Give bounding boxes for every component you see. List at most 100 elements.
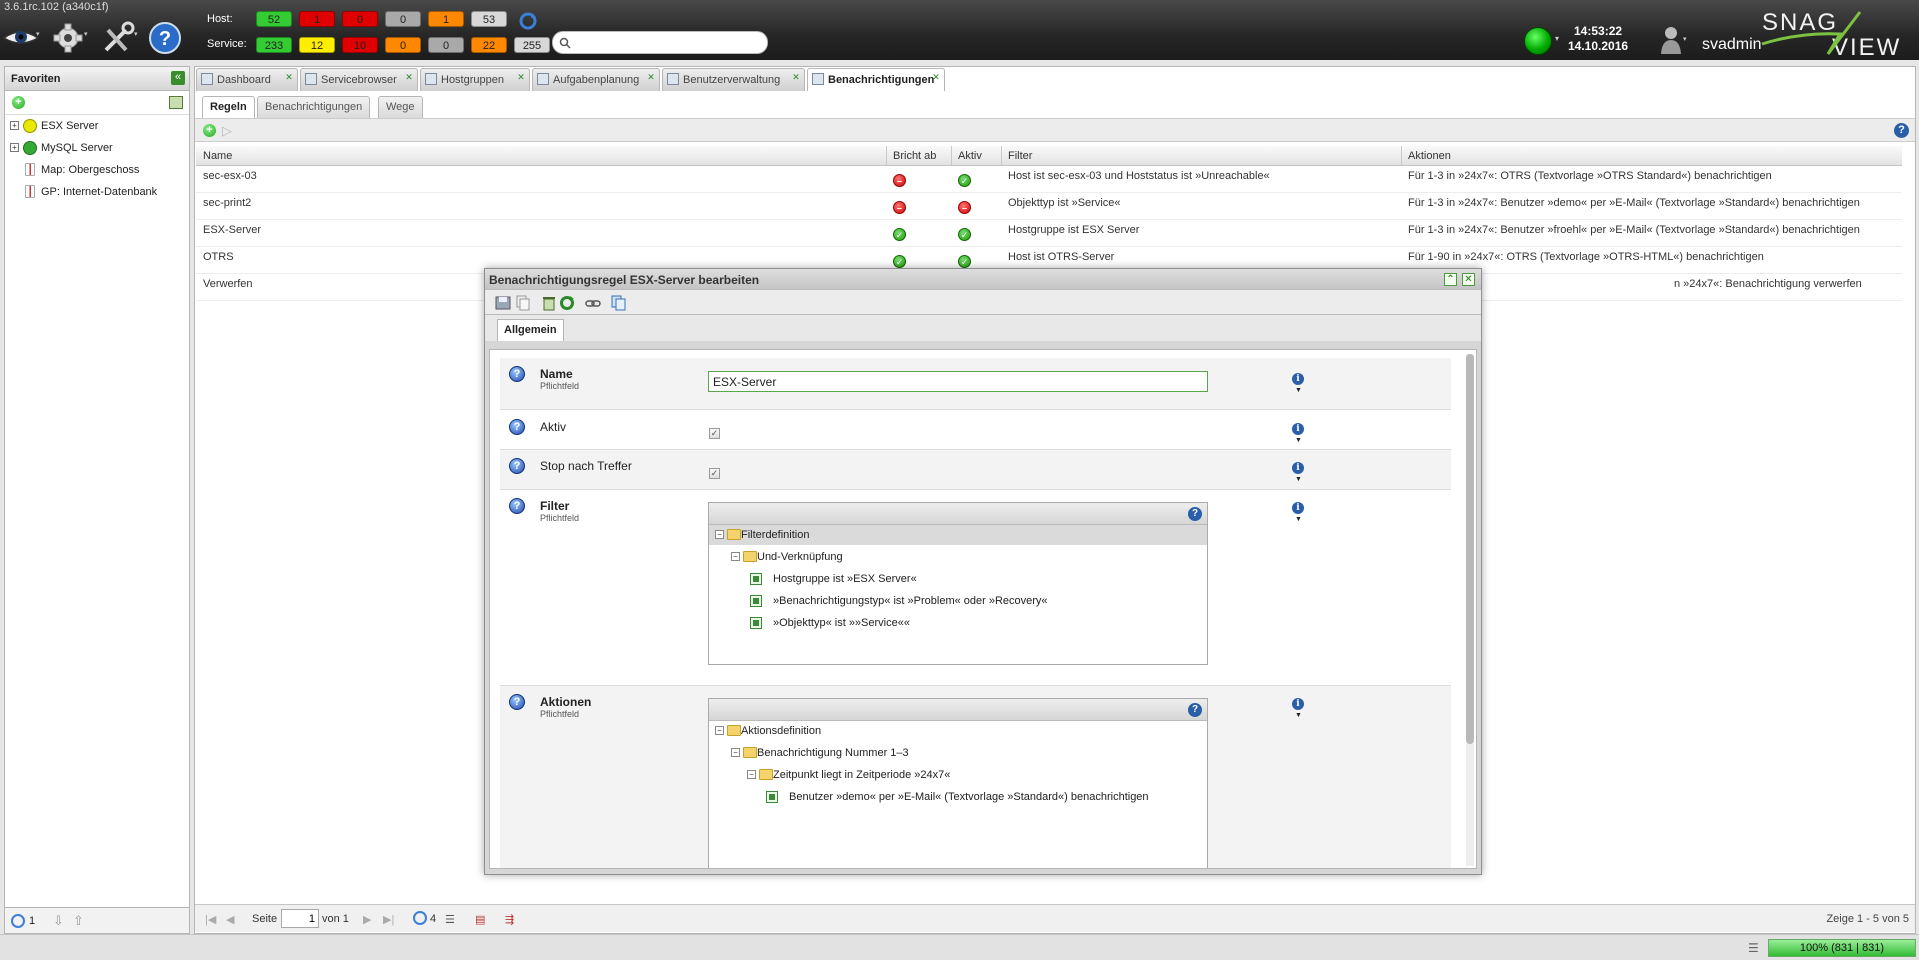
- export-icon[interactable]: ▤: [475, 913, 485, 926]
- info-menu-icon[interactable]: i▼: [1292, 501, 1308, 523]
- expand-icon[interactable]: +: [10, 143, 19, 152]
- tab-hostgruppen[interactable]: Hostgruppen ✕: [420, 68, 530, 91]
- close-tab-icon[interactable]: ✕: [791, 73, 801, 83]
- column-bricht-ab[interactable]: Bricht ab: [893, 150, 936, 162]
- tree-node[interactable]: − Filterdefinition: [709, 525, 1207, 545]
- help-icon[interactable]: ?: [509, 694, 525, 710]
- info-menu-icon[interactable]: i▼: [1292, 422, 1308, 444]
- help-icon[interactable]: ?: [1188, 703, 1202, 717]
- user-icon[interactable]: ▾: [1660, 24, 1690, 57]
- link-icon[interactable]: [585, 295, 601, 311]
- tree-node[interactable]: − Zeitpunkt liegt in Zeitperiode »24x7«: [709, 765, 1207, 785]
- favorite-item[interactable]: + ESX Server: [5, 115, 189, 137]
- host-count-badge[interactable]: 53: [471, 11, 507, 27]
- host-count-badge[interactable]: 52: [256, 11, 292, 27]
- tab-servicebrowser[interactable]: Servicebrowser ✕: [300, 68, 418, 91]
- tree-node[interactable]: Benutzer »demo« per »E-Mail« (Textvorlag…: [709, 787, 1207, 807]
- help-icon[interactable]: ?: [509, 498, 525, 514]
- add-favorite-icon[interactable]: +: [12, 96, 25, 109]
- close-tab-icon[interactable]: ✕: [516, 73, 526, 83]
- collapse-sidebar-icon[interactable]: «: [171, 71, 185, 85]
- collapse-icon[interactable]: −: [747, 770, 756, 779]
- service-count-badge[interactable]: 0: [385, 37, 421, 53]
- gear-icon[interactable]: ▾: [50, 20, 88, 56]
- table-row[interactable]: ESX-Server ✓ ✓ Hostgruppe ist ESX Server Für…: [196, 220, 1902, 247]
- service-count-badge[interactable]: 22: [471, 37, 507, 53]
- info-menu-icon[interactable]: i▼: [1292, 461, 1308, 483]
- refresh-icon[interactable]: [11, 914, 25, 928]
- favorite-item[interactable]: GP: Internet-Datenbank: [5, 181, 189, 203]
- search-box[interactable]: [552, 31, 768, 54]
- tree-node[interactable]: Hostgruppe ist »ESX Server«: [709, 569, 1207, 589]
- tab-allgemein[interactable]: Allgemein: [497, 319, 564, 341]
- collapse-icon[interactable]: −: [715, 726, 724, 735]
- tree-node[interactable]: − Benachrichtigung Nummer 1–3: [709, 743, 1207, 763]
- column-name[interactable]: Name: [203, 150, 232, 162]
- help-icon[interactable]: ?: [1188, 507, 1202, 521]
- column-filter[interactable]: Filter: [1008, 150, 1032, 162]
- tab-benachrichtigungen[interactable]: Benachrichtigungen ✕: [807, 68, 945, 91]
- eye-icon[interactable]: ▾: [2, 20, 40, 56]
- subtab-wege[interactable]: Wege: [378, 96, 423, 118]
- stop-checkbox[interactable]: ✓: [709, 468, 720, 479]
- tab-dashboard[interactable]: Dashboard ✕: [196, 68, 298, 91]
- info-menu-icon[interactable]: i▼: [1292, 372, 1308, 394]
- name-input[interactable]: [708, 371, 1208, 392]
- favorite-item[interactable]: Map: Obergeschoss: [5, 159, 189, 181]
- add-rule-icon[interactable]: +: [203, 124, 216, 137]
- tools-icon[interactable]: ▾: [100, 20, 138, 56]
- subtab-benachrichtigungen[interactable]: Benachrichtigungen: [257, 96, 371, 118]
- collapse-icon[interactable]: −: [731, 552, 740, 561]
- prev-page-icon[interactable]: ◀: [226, 913, 234, 926]
- refresh-icon[interactable]: [413, 911, 427, 925]
- collapse-icon[interactable]: −: [715, 530, 724, 539]
- collapse-icon[interactable]: −: [731, 748, 740, 757]
- last-page-icon[interactable]: ▶|: [383, 913, 394, 926]
- tree-node[interactable]: »Objekttyp« ist »»Service««: [709, 613, 1207, 633]
- help-icon[interactable]: ?: [509, 366, 525, 382]
- service-count-badge[interactable]: 233: [256, 37, 292, 53]
- next-page-icon[interactable]: ▶: [363, 913, 371, 926]
- info-menu-icon[interactable]: i▼: [1292, 697, 1308, 719]
- table-row[interactable]: sec-esx-03 – ✓ Host ist sec-esx-03 und Host…: [196, 166, 1902, 193]
- duplicate-icon[interactable]: [611, 295, 627, 311]
- service-count-badge[interactable]: 255: [514, 37, 550, 53]
- service-count-badge[interactable]: 12: [299, 37, 335, 53]
- copy-icon[interactable]: [515, 295, 531, 311]
- play-icon[interactable]: ▷: [222, 123, 232, 139]
- host-count-badge[interactable]: 1: [428, 11, 464, 27]
- close-tab-icon[interactable]: ✕: [646, 73, 656, 83]
- help-icon[interactable]: ?: [148, 20, 184, 56]
- refresh-icon[interactable]: [518, 11, 538, 34]
- dialog-scrollbar[interactable]: [1466, 354, 1474, 866]
- delete-icon[interactable]: [541, 295, 557, 311]
- move-down-icon[interactable]: ⇩: [53, 913, 64, 929]
- list-icon[interactable]: ☰: [445, 913, 455, 926]
- column-aktiv[interactable]: Aktiv: [958, 150, 982, 162]
- status-online-icon[interactable]: [1524, 27, 1552, 55]
- scrollbar-thumb[interactable]: [1466, 354, 1474, 744]
- tree-node[interactable]: − Und-Verknüpfung: [709, 547, 1207, 567]
- subtab-regeln[interactable]: Regeln: [202, 96, 255, 118]
- help-icon[interactable]: ?: [1894, 123, 1909, 138]
- column-aktionen[interactable]: Aktionen: [1408, 150, 1451, 162]
- list-icon[interactable]: ☰: [1748, 941, 1759, 955]
- save-icon[interactable]: [495, 295, 511, 311]
- table-row[interactable]: sec-print2 – – Objekttyp ist »Service« Für 1…: [196, 193, 1902, 220]
- maximize-icon[interactable]: ⌃: [1444, 273, 1457, 286]
- tree-node[interactable]: − Aktionsdefinition: [709, 721, 1207, 741]
- close-tab-icon[interactable]: ✕: [931, 73, 941, 83]
- expand-icon[interactable]: +: [10, 121, 19, 130]
- delete-favorite-icon[interactable]: [169, 96, 183, 109]
- page-input[interactable]: [281, 909, 319, 928]
- service-count-badge[interactable]: 0: [428, 37, 464, 53]
- tree-node[interactable]: »Benachrichtigungstyp« ist »Problem« ode…: [709, 591, 1207, 611]
- close-tab-icon[interactable]: ✕: [284, 73, 294, 83]
- chevron-down-icon[interactable]: ▾: [1555, 34, 1559, 43]
- reload-icon[interactable]: [559, 295, 575, 311]
- host-count-badge[interactable]: 0: [342, 11, 378, 27]
- favorite-item[interactable]: + MySQL Server: [5, 137, 189, 159]
- move-up-icon[interactable]: ⇧: [73, 913, 84, 929]
- close-tab-icon[interactable]: ✕: [404, 73, 414, 83]
- host-count-badge[interactable]: 0: [385, 11, 421, 27]
